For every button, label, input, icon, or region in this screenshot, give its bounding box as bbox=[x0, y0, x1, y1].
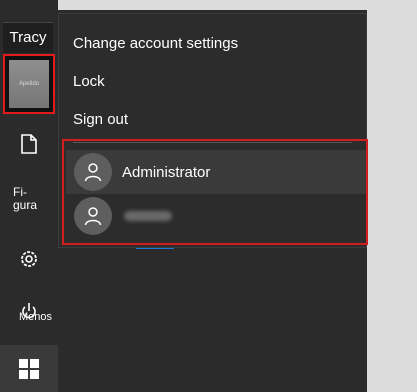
power-label: Menos bbox=[19, 311, 53, 323]
accounts-list-highlight: Administrator bbox=[62, 139, 368, 245]
start-rail: Tracy Apelido Fi- gura Menos bbox=[0, 0, 58, 392]
documents-button[interactable] bbox=[0, 132, 58, 156]
avatar-image: Apelido bbox=[9, 60, 49, 108]
change-account-settings-item[interactable]: Change account settings bbox=[73, 35, 238, 52]
account-name: Administrator bbox=[122, 163, 211, 181]
start-button[interactable] bbox=[0, 345, 58, 392]
document-icon bbox=[21, 134, 37, 154]
lock-item[interactable]: Lock bbox=[73, 73, 105, 90]
account-row-administrator[interactable]: Administrator bbox=[66, 150, 366, 194]
settings-button[interactable] bbox=[0, 247, 58, 271]
account-avatar bbox=[74, 153, 112, 191]
sign-out-item[interactable]: Sign out bbox=[73, 111, 128, 128]
user-name-label[interactable]: Tracy bbox=[3, 22, 53, 53]
user-avatar-button[interactable]: Apelido bbox=[3, 54, 55, 114]
account-avatar bbox=[74, 197, 112, 235]
person-icon bbox=[84, 207, 102, 226]
settings-gear-icon bbox=[21, 251, 37, 267]
pictures-label[interactable]: Fi- gura bbox=[13, 186, 53, 212]
person-icon bbox=[84, 163, 102, 182]
account-flyout-menu: Change account settings Lock Sign out Ad… bbox=[58, 13, 368, 248]
windows-logo-icon bbox=[19, 358, 39, 379]
blurred-account-name bbox=[124, 211, 172, 221]
account-row-other[interactable] bbox=[66, 194, 366, 238]
